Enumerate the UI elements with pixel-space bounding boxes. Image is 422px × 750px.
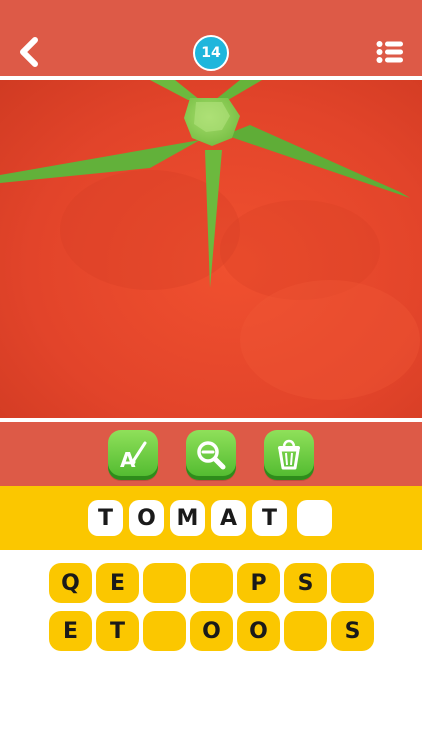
menu-button[interactable] (374, 38, 406, 66)
letter-tile[interactable]: O (237, 611, 280, 651)
magnifier-minus-icon (197, 441, 226, 470)
letter-tile[interactable] (284, 611, 327, 651)
chevron-left-icon (20, 37, 38, 67)
top-bar: 14 (0, 0, 422, 76)
answer-slot[interactable]: T (252, 500, 287, 536)
answer-slot[interactable]: A (211, 500, 246, 536)
letter-tile[interactable] (143, 563, 186, 603)
letter-tile[interactable]: S (331, 611, 374, 651)
letter-tile[interactable]: T (96, 611, 139, 651)
letter-tile[interactable]: Q (49, 563, 92, 603)
letter-tile[interactable] (190, 563, 233, 603)
letter-tile[interactable]: O (190, 611, 233, 651)
back-button[interactable] (14, 34, 44, 70)
letter-tile[interactable] (143, 611, 186, 651)
answer-bar: T O M A T (0, 486, 422, 550)
letter-tile[interactable]: P (237, 563, 280, 603)
reveal-letter-button[interactable]: A (108, 430, 158, 480)
tools-bar: A (0, 422, 422, 486)
list-menu-icon (376, 41, 403, 63)
answer-slot[interactable] (297, 500, 332, 536)
puzzle-image (0, 80, 422, 418)
letter-tile[interactable]: E (49, 611, 92, 651)
letter-tile[interactable]: E (96, 563, 139, 603)
letter-tile[interactable]: S (284, 563, 327, 603)
letter-a-brush-icon: A (120, 441, 147, 472)
answer-slot[interactable]: T (88, 500, 123, 536)
answer-slot[interactable]: O (129, 500, 164, 536)
tomato-closeup-image (0, 80, 422, 418)
answer-slot[interactable]: M (170, 500, 205, 536)
remove-letters-button[interactable] (264, 430, 314, 480)
trash-bin-icon (278, 439, 300, 470)
zoom-out-button[interactable] (186, 430, 236, 480)
level-badge: 14 (193, 35, 229, 71)
letter-tile[interactable] (331, 563, 374, 603)
